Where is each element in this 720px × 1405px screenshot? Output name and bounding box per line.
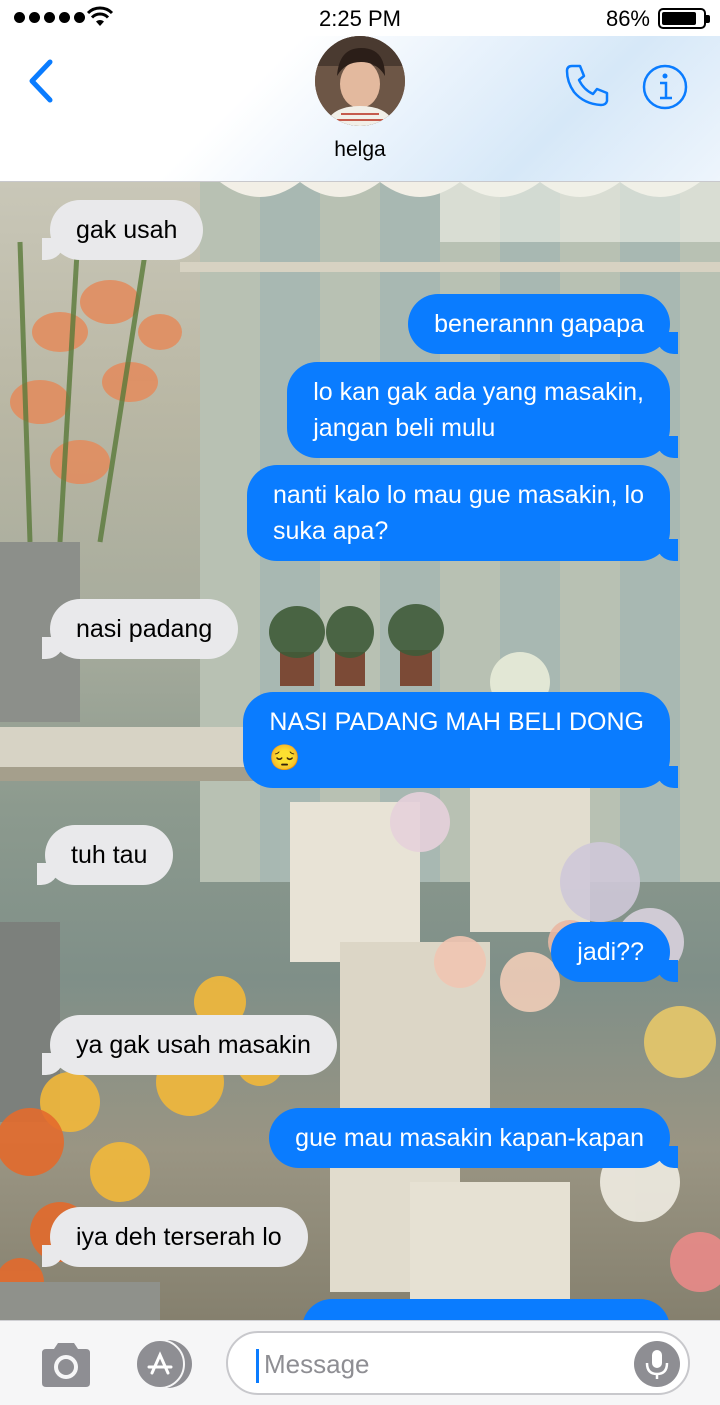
outgoing-message-bubble[interactable]: lo kan gak ada yang masakin, jangan beli … — [287, 362, 678, 458]
contact-name[interactable]: helga — [0, 138, 720, 162]
message-line: benerannn gapapa — [434, 310, 644, 338]
message-text: ya gak usah masakin — [76, 1027, 311, 1063]
message-line: nasi padang — [76, 615, 213, 643]
chevron-left-icon[interactable] — [22, 56, 62, 106]
outgoing-message-bubble[interactable]: benerannn gapapa — [408, 294, 678, 354]
message-text: gue mau masakin kapan-kapan — [295, 1120, 644, 1156]
chat-background[interactable]: gak usah benerannn gapapa lo kan gak ada y… — [0, 182, 720, 1320]
incoming-message-bubble[interactable]: nasi padang — [41, 599, 239, 659]
message-text: iya deh terserah lo — [76, 1219, 282, 1255]
outgoing-message-bubble[interactable]: nanti kalo lo mau gue masakin, lo suka ap… — [246, 465, 679, 561]
camera-icon[interactable] — [38, 1341, 94, 1389]
message-line: NASI PADANG MAH BELI DONG — [269, 708, 644, 736]
outgoing-message-bubble[interactable] — [302, 1299, 670, 1320]
message-text: lo kan gak ada yang masakin, jangan beli … — [313, 374, 644, 446]
message-line: tuh tau — [71, 841, 148, 869]
message-text: jadi?? — [577, 934, 644, 970]
message-text: nasi padang — [76, 611, 212, 647]
status-bar: 2:25 PM 86% — [0, 0, 720, 36]
message-line: 😔 — [269, 744, 301, 772]
message-line: jangan beli mulu — [313, 414, 496, 442]
outgoing-message-bubble[interactable]: gue mau masakin kapan-kapan — [269, 1108, 678, 1168]
battery-percentage: 86% — [605, 6, 650, 31]
message-line: ya gak usah masakin — [76, 1031, 311, 1059]
message-line: jadi?? — [577, 938, 644, 966]
incoming-message-bubble[interactable]: iya deh terserah lo — [42, 1207, 308, 1267]
app-store-icon[interactable] — [130, 1339, 198, 1389]
incoming-message-bubble[interactable]: ya gak usah masakin — [42, 1015, 337, 1075]
text-cursor — [256, 1349, 259, 1383]
message-input[interactable]: Message — [226, 1331, 690, 1395]
contact-avatar[interactable] — [315, 36, 405, 126]
compose-bar: Message — [0, 1320, 720, 1405]
battery-icon — [658, 8, 710, 29]
message-line: gue mau masakin kapan-kapan — [295, 1124, 644, 1152]
outgoing-message-bubble[interactable]: jadi?? — [551, 922, 678, 982]
message-line: suka apa? — [272, 517, 389, 545]
incoming-message-bubble[interactable]: gak usah — [41, 200, 204, 260]
message-line — [328, 1311, 644, 1320]
microphone-icon[interactable] — [634, 1341, 680, 1387]
message-line: nanti kalo lo mau gue masakin, lo — [272, 481, 644, 509]
phone-icon[interactable] — [562, 60, 612, 110]
message-line: lo kan gak ada yang masakin, — [313, 378, 644, 406]
message-placeholder: Message — [264, 1349, 370, 1379]
message-text: nanti kalo lo mau gue masakin, lo suka ap… — [273, 477, 644, 549]
message-text: NASI PADANG MAH BELI DONG 😔 — [269, 704, 644, 776]
info-icon[interactable] — [640, 62, 690, 112]
incoming-message-bubble[interactable]: tuh tau — [36, 825, 174, 885]
conversation-header: helga — [0, 36, 720, 182]
message-text — [328, 1311, 644, 1320]
message-text: benerannn gapapa — [434, 306, 644, 342]
message-line: gak usah — [76, 216, 178, 244]
message-text: gak usah — [76, 212, 177, 248]
message-line: iya deh terserah lo — [76, 1223, 282, 1251]
message-text: tuh tau — [71, 837, 147, 873]
outgoing-message-bubble[interactable]: NASI PADANG MAH BELI DONG 😔 — [243, 692, 678, 788]
